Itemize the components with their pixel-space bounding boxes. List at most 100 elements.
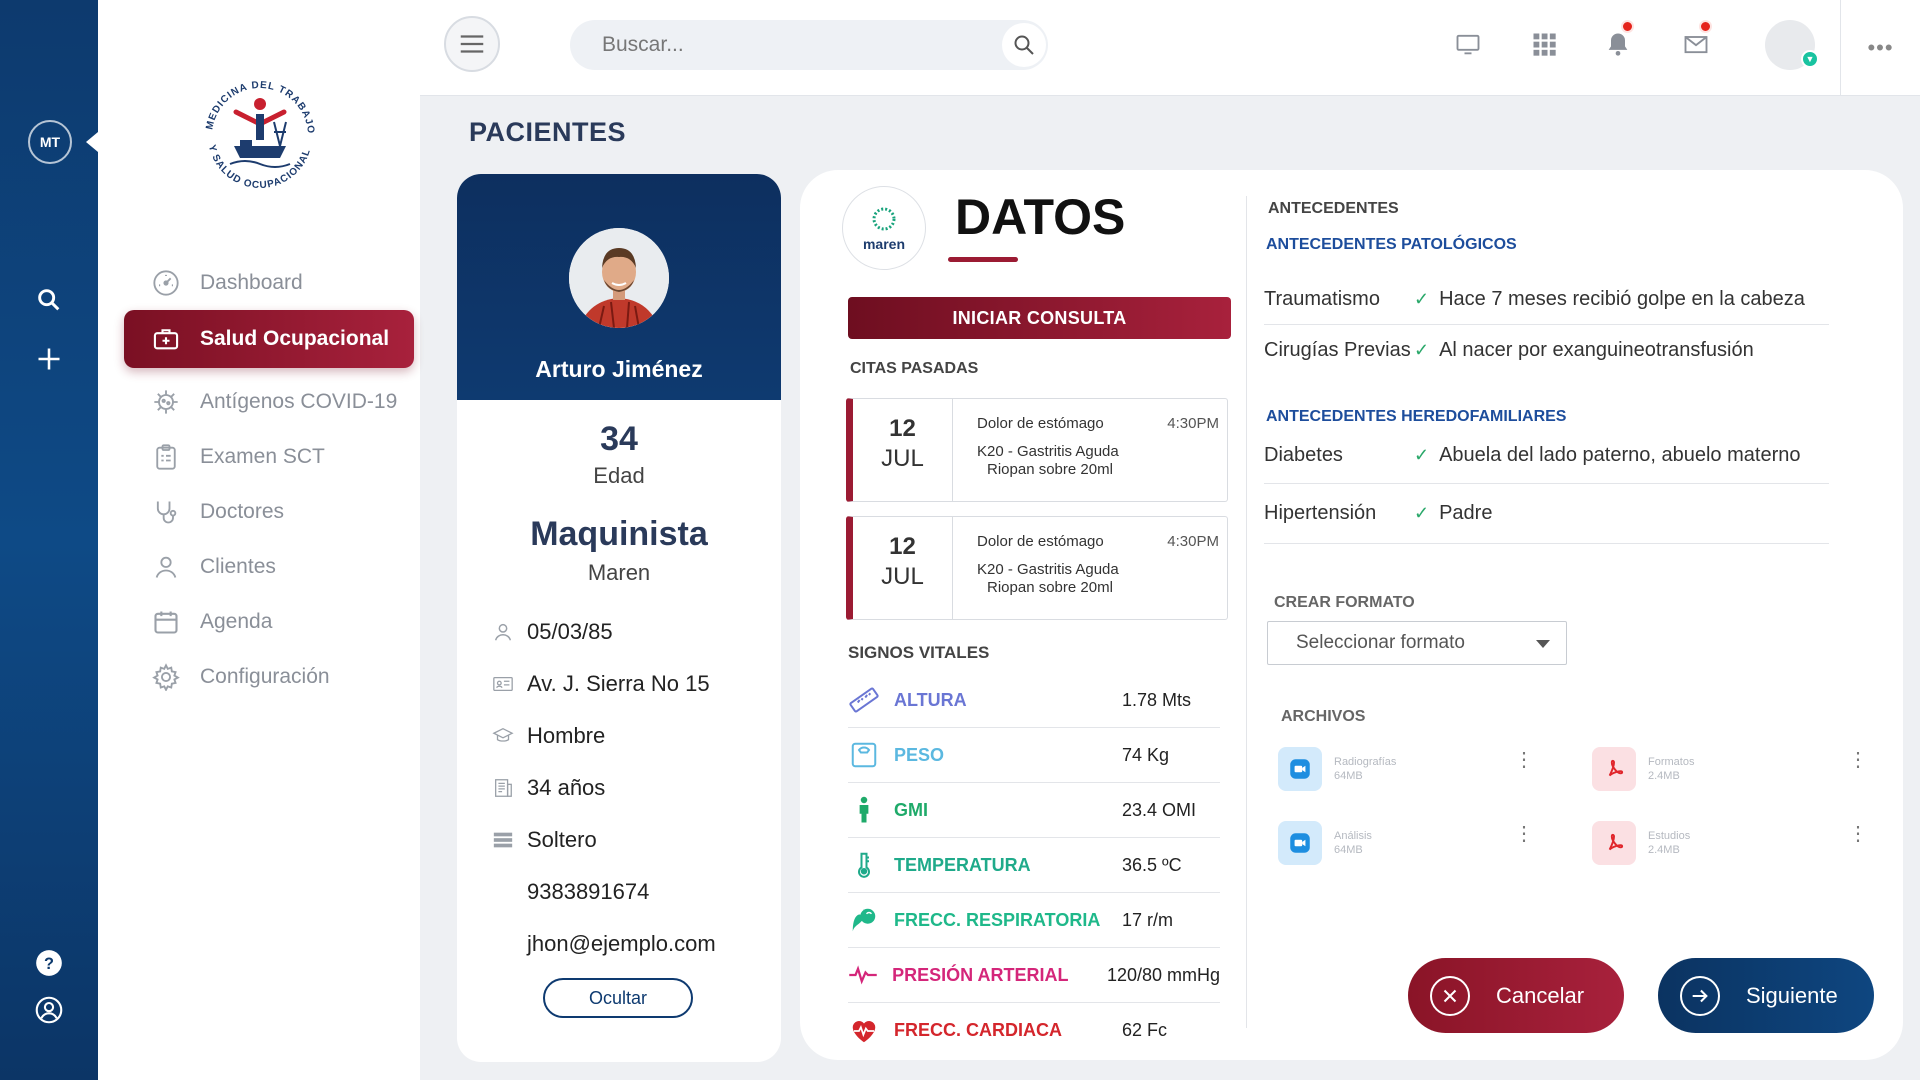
monitor-icon[interactable] [1448,24,1488,64]
profile-icon[interactable] [29,990,69,1030]
sidebar-item-label: Doctores [200,499,285,523]
clipboard-icon [150,441,182,473]
birthdate-row: 05/03/85 [489,606,781,658]
arrow-right-icon [1680,975,1720,1016]
kebab-menu-icon[interactable]: ⋮ [1514,750,1534,770]
sidebar-item-label: Agenda [200,609,273,633]
apps-grid-icon[interactable] [1524,24,1564,64]
sidebar-item-label: Salud Ocupacional [200,327,390,350]
sidebar-item-examen-sct[interactable]: Examen SCT [124,429,414,484]
datos-title: DATOS [955,189,1126,245]
hereditary-title: ANTECEDENTES HEREDOFAMILIARES [1266,408,1567,425]
sidebar-item-label: Configuración [200,664,330,688]
search-icon[interactable] [29,280,69,320]
vital-name: TEMPERATURA [894,854,1031,875]
sidebar-item-doctores[interactable]: Doctores [124,484,414,539]
title-underline [948,257,1018,262]
sidebar-item-label: Clientes [200,554,276,578]
vital-row-presion: PRESIÓN ARTERIAL 120/80 mmHg [848,948,1220,1003]
file-size: 64MB [1334,844,1363,856]
id-card-icon [489,672,517,696]
years-value: 34 años [527,775,606,800]
kebab-menu-icon[interactable]: ⋮ [1848,824,1868,844]
search-icon[interactable] [1002,23,1046,67]
thermometer-icon [848,849,880,881]
patient-card-header: Arturo Jiménez [457,174,781,400]
vitals-label: SIGNOS VITALES [848,643,990,662]
mail-icon[interactable] [1676,20,1716,64]
column-divider [1246,196,1247,1028]
stethoscope-icon [150,496,182,528]
cancel-label: Cancelar [1496,982,1585,1008]
appointment-month: JUL [881,445,924,472]
pathological-title: ANTECEDENTES PATOLÓGICOS [1266,236,1517,253]
next-button[interactable]: Siguiente [1658,958,1874,1033]
file-item[interactable]: Estudios 2.4MB ⋮ [1592,818,1882,868]
vital-name: GMI [894,799,928,820]
vital-row-respiratoria: FRECC. RESPIRATORIA 17 r/m [848,893,1220,948]
email-value: jhon@ejemplo.com [527,931,716,956]
kebab-menu-icon[interactable]: ⋮ [1848,750,1868,770]
pathological-row: Cirugías Previas ✓ Al nacer por exanguin… [1264,325,1829,375]
sidebar-item-antigenos[interactable]: Antígenos COVID-19 [124,374,414,429]
gear-icon [150,661,182,693]
rail-active-indicator [86,132,98,152]
help-icon[interactable]: ? [29,943,69,983]
start-consultation-button[interactable]: INICIAR CONSULTA [848,297,1231,339]
antecedent-key: Cirugías Previas [1264,338,1411,361]
appointment-time: 4:30PM [1167,533,1219,550]
file-name: Radiografías [1334,756,1397,768]
plus-icon[interactable] [29,339,69,379]
email-row: jhon@ejemplo.com [489,918,781,970]
first-aid-kit-icon [150,323,182,355]
file-name: Análisis [1334,830,1372,842]
cancel-button[interactable]: Cancelar [1408,958,1624,1033]
hereditary-row: Hipertensión ✓ Padre [1264,484,1829,544]
rail-logo[interactable]: MT [28,120,72,164]
gauge-icon [150,267,182,299]
check-icon: ✓ [1414,503,1430,523]
datos-card: maren DATOS INICIAR CONSULTA CITAS PASAD… [800,170,1903,1060]
kebab-menu-icon[interactable]: ⋮ [1514,824,1534,844]
years-row: 34 años [489,762,781,814]
sidebar-item-clientes[interactable]: Clientes [124,539,414,594]
format-select-value: Seleccionar formato [1296,632,1465,653]
antecedent-value: Al nacer por exanguineotransfusión [1439,338,1754,361]
vital-value: 1.78 Mts [1122,689,1192,710]
files-label: ARCHIVOS [1281,708,1366,725]
appointment-diagnosis: K20 - Gastritis Aguda Riopan sobre 20ml [977,561,1119,597]
file-item[interactable]: Análisis 64MB ⋮ [1278,818,1568,868]
vital-name: FRECC. CARDIACA [894,1020,1062,1040]
appointment-time: 4:30PM [1167,415,1219,432]
sidebar: MEDICINA DEL TRABAJO Y SALUD OCUPACIONAL… [98,0,420,1080]
medication-text: Riopan sobre 20ml [987,461,1113,478]
gender-row: Hombre [489,710,781,762]
format-select[interactable]: Seleccionar formato [1267,621,1567,665]
appointment-reason: Dolor de estómago [977,415,1104,432]
search-input[interactable] [570,20,1000,70]
sidebar-item-label: Dashboard [200,270,303,294]
hide-button[interactable]: Ocultar [543,978,693,1018]
vital-value: 74 Kg [1122,744,1170,765]
file-item[interactable]: Radiografías 64MB ⋮ [1278,744,1568,794]
topbar: ▼ ••• [420,0,1920,96]
appointment-card[interactable]: 12 JUL Dolor de estómago 4:30PM K20 - Ga… [846,398,1228,502]
sidebar-item-configuracion[interactable]: Configuración [124,649,414,704]
more-icon[interactable]: ••• [1840,0,1920,96]
antecedent-key: Hipertensión [1264,502,1377,524]
video-file-icon [1278,747,1322,791]
user-avatar[interactable]: ▼ [1765,20,1819,70]
sidebar-item-dashboard[interactable]: Dashboard [124,255,414,310]
bell-icon[interactable] [1598,20,1638,64]
sidebar-item-salud-ocupacional[interactable]: Salud Ocupacional [124,310,414,368]
appointment-card[interactable]: 12 JUL Dolor de estómago 4:30PM K20 - Ga… [846,516,1228,620]
marital-row: Soltero [489,814,781,866]
sidebar-item-agenda[interactable]: Agenda [124,594,414,649]
list-icon [489,828,517,852]
hamburger-menu-icon[interactable] [444,16,500,72]
patient-avatar [569,228,669,328]
file-item[interactable]: Formatos 2.4MB ⋮ [1592,744,1882,794]
next-label: Siguiente [1746,982,1838,1008]
appointment-day: 12 [889,533,916,560]
vital-value: 120/80 mmHg [1106,964,1220,985]
